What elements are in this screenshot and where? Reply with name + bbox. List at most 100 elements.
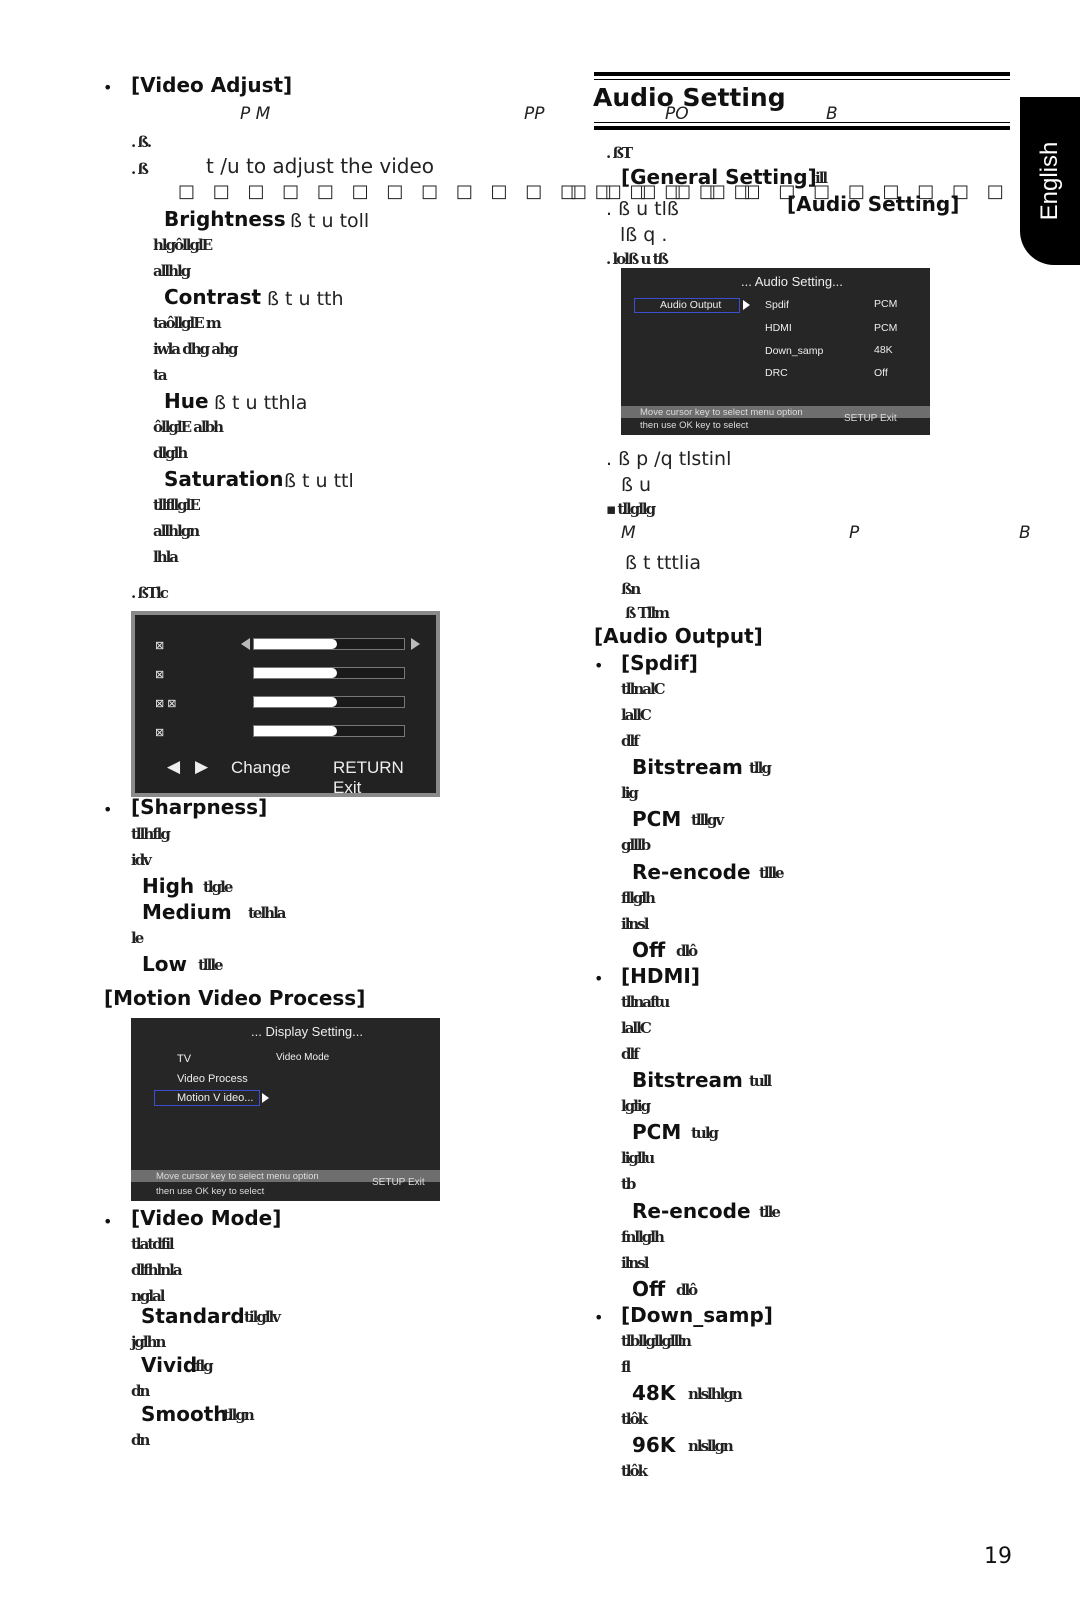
- step-4-text: . ß p /q tlstinl: [606, 448, 732, 470]
- setting-value[interactable]: PCM: [874, 322, 897, 334]
- desc-line: dlf: [621, 732, 640, 750]
- desc-line: ilnsl: [621, 1254, 649, 1272]
- video-adjust-screen: ⊠ ⊠ ⊠ ⊠ ⊠ ◀ ▶ Change RETURN Exit: [131, 611, 440, 797]
- step-1-text: . ß.: [131, 133, 152, 151]
- setting-name[interactable]: Down_samp: [765, 345, 823, 357]
- option-desc: tlllgv: [691, 811, 724, 829]
- option-desc: tull: [749, 1072, 772, 1090]
- desc-line: tlbllgllgllln: [621, 1332, 692, 1350]
- desc-line: glllb: [621, 836, 651, 854]
- left-arrow-icon: ◀: [167, 757, 181, 776]
- desc-line: dn: [131, 1431, 150, 1449]
- option-desc: ß t u tth: [267, 288, 344, 310]
- bullet: •: [594, 656, 604, 675]
- bullet: •: [103, 1212, 113, 1231]
- decrease-arrow-icon: [241, 638, 250, 650]
- desc-line: dlf: [621, 1045, 640, 1063]
- row-label: ⊠: [155, 669, 165, 681]
- desc-line: hlgôllglE: [153, 236, 213, 254]
- setting-name[interactable]: HDMI: [765, 322, 792, 334]
- menu-item-audio-output[interactable]: Audio Output: [660, 299, 721, 311]
- section-title: Audio Setting: [593, 83, 786, 112]
- option-desc: dlô: [676, 1281, 698, 1299]
- language-tab: English: [1020, 97, 1080, 265]
- option-smooth: Smooth: [141, 1402, 228, 1426]
- option-desc: tlgle: [203, 878, 233, 896]
- option-48k: 48K: [632, 1381, 676, 1405]
- menu-item-tv[interactable]: TV: [177, 1053, 191, 1065]
- footer-setup-exit: SETUP Exit: [372, 1177, 425, 1188]
- desc-line: tllnalC: [621, 680, 666, 698]
- step-3-text: . lolß u tß: [606, 250, 669, 268]
- italic-fragment: PP: [524, 104, 545, 124]
- desc-line: taôllglE m: [153, 314, 222, 332]
- level-fill: [254, 668, 337, 678]
- option-desc: tllle: [198, 956, 224, 974]
- desc-line: iwla dhg ahg: [153, 340, 238, 358]
- step-text: ßn: [621, 580, 641, 598]
- step-2-text: t /u to adjust the video: [206, 154, 435, 178]
- option-desc: tilgllv: [244, 1308, 281, 1326]
- submenu-video-mode[interactable]: Video Mode: [276, 1052, 329, 1063]
- rule-bottom-thin: [594, 122, 1010, 123]
- level-bar[interactable]: [253, 667, 405, 679]
- step-text: lß q .: [620, 224, 668, 246]
- footer-hint-1: Move cursor key to select menu option: [156, 1171, 319, 1182]
- bullet: •: [594, 1308, 604, 1327]
- option-desc: flg: [195, 1357, 214, 1375]
- rule-bottom-thick: [594, 126, 1010, 130]
- desc-line: fnllglh: [621, 1228, 665, 1246]
- level-bar[interactable]: [253, 696, 405, 708]
- option-medium: Medium: [142, 900, 232, 924]
- footer-hint-2: then use OK key to select: [156, 1186, 265, 1197]
- display-setting-screen: ... Display Setting... TV Video Mode Vid…: [131, 1018, 440, 1201]
- option-desc: tllle: [759, 864, 785, 882]
- desc-line: dn: [131, 1382, 150, 1400]
- desc-line: tlatdfil: [131, 1235, 175, 1253]
- step-2-text: . ß u tlß: [606, 198, 679, 220]
- desc-line: ligllu: [621, 1149, 655, 1167]
- desc-line: allhlgn: [153, 522, 200, 540]
- desc-line: ta: [153, 366, 168, 384]
- setting-value[interactable]: PCM: [874, 298, 897, 310]
- return-label: RETURN Exit: [333, 758, 404, 797]
- setting-value[interactable]: 48K: [874, 344, 893, 356]
- level-fill: [254, 726, 337, 736]
- footer-hint-2: then use OK key to select: [640, 420, 749, 431]
- option-bitstream: Bitstream: [632, 755, 743, 779]
- footer-hint-1: Move cursor key to select menu option: [640, 407, 803, 418]
- row-label: ⊠: [155, 640, 165, 652]
- desc-line: tllnaftu: [621, 993, 670, 1011]
- desc-line: jglhn: [131, 1333, 166, 1351]
- option-re-encode: Re-encode: [632, 860, 751, 884]
- rule-top-thin: [594, 79, 1010, 80]
- desc-line: lglig: [621, 1097, 651, 1115]
- option-desc: tlle: [759, 1203, 781, 1221]
- menu-item-video-process[interactable]: Video Process: [177, 1073, 248, 1085]
- submenu-arrow-icon: [743, 300, 750, 310]
- level-fill: [254, 639, 337, 649]
- desc-line: nglal: [131, 1287, 165, 1305]
- step-5-text: ▪ tllgllg: [606, 500, 656, 518]
- setting-name[interactable]: DRC: [765, 367, 788, 379]
- desc-line: le: [131, 929, 144, 947]
- level-bar[interactable]: [253, 725, 405, 737]
- setting-value[interactable]: Off: [874, 367, 888, 379]
- level-bar[interactable]: [253, 638, 405, 650]
- desc-line: lallC: [621, 1019, 652, 1037]
- desc-line: lig: [621, 784, 639, 802]
- option-desc: ß t u tthla: [214, 392, 308, 414]
- increase-arrow-icon: [411, 638, 420, 650]
- option-off: Off: [632, 1277, 666, 1301]
- option-96k: 96K: [632, 1433, 676, 1457]
- desc-line: tlôk: [621, 1410, 648, 1428]
- desc-line: lallC: [621, 706, 652, 724]
- menu-item-motion-video[interactable]: Motion V ideo...: [177, 1092, 253, 1104]
- option-desc: telhla: [248, 904, 286, 922]
- right-arrow-icon: ▶: [195, 757, 209, 776]
- step-2-marker: . ß: [131, 160, 149, 178]
- setting-name[interactable]: Spdif: [765, 299, 789, 311]
- option-high: High: [142, 874, 195, 898]
- submenu-arrow-icon: [262, 1093, 269, 1103]
- option-brightness: Brightness: [164, 207, 286, 231]
